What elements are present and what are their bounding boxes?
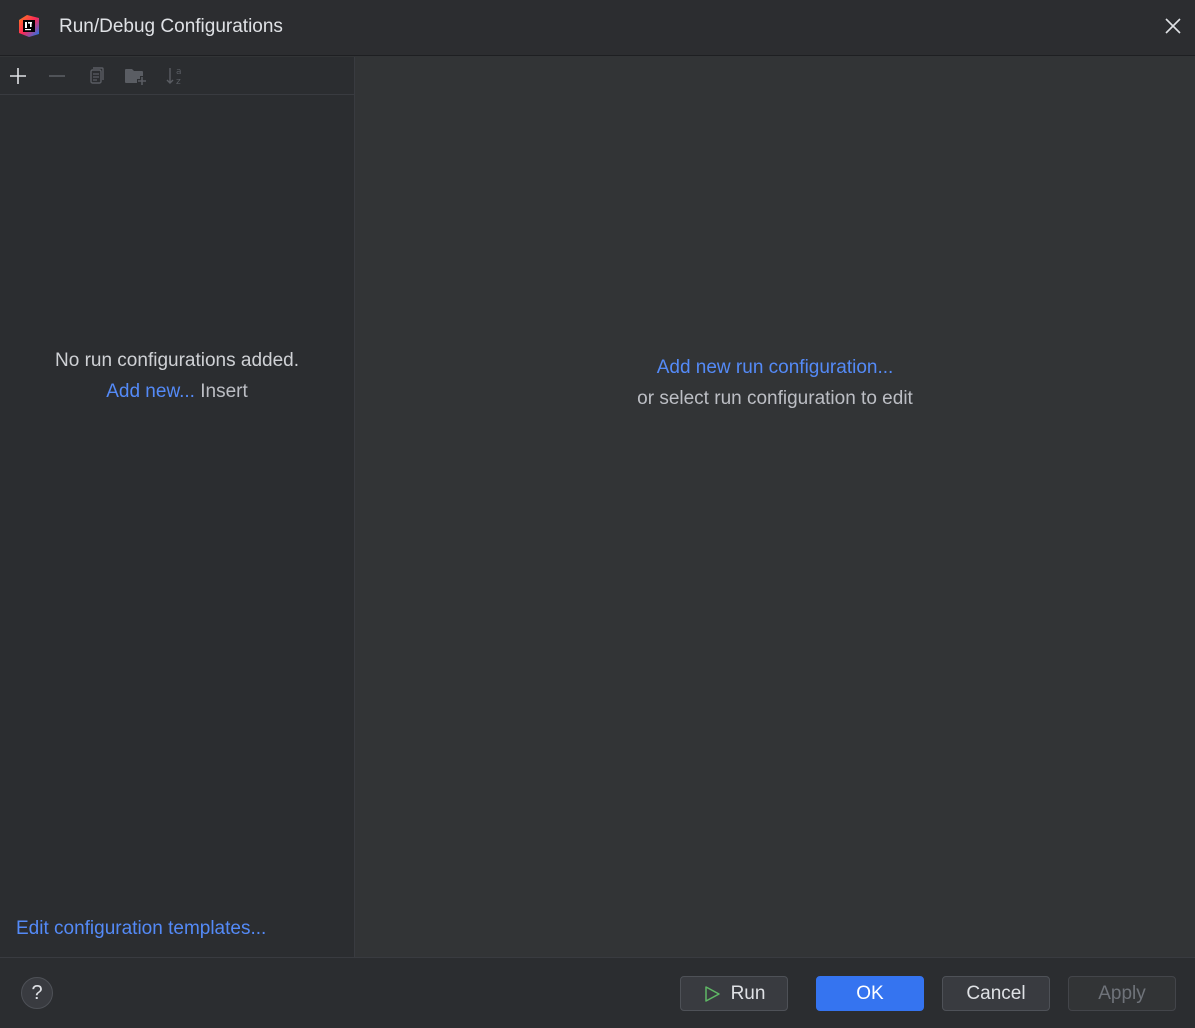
add-new-run-configuration-link[interactable]: Add new run configuration... [355,352,1195,383]
dialog-title: Run/Debug Configurations [59,16,283,37]
help-button[interactable]: ? [21,977,53,1009]
apply-button[interactable]: Apply [1068,976,1176,1011]
title-bar: Run/Debug Configurations [0,0,1195,56]
dialog-footer: ? Run OK Cancel Apply [0,957,1195,1028]
editor-empty-state: Add new run configuration... or select r… [355,352,1195,414]
minus-icon[interactable] [45,64,69,88]
configurations-toolbar: a z [0,57,354,95]
apply-button-label: Apply [1098,982,1146,1004]
edit-configuration-templates-link[interactable]: Edit configuration templates... [16,916,266,942]
sort-alphabetically-icon[interactable]: a z [164,64,188,88]
svg-text:a: a [176,67,182,77]
plus-icon[interactable] [6,64,30,88]
run-button[interactable]: Run [680,976,788,1011]
ok-button[interactable]: OK [816,976,924,1011]
run-button-label: Run [730,982,766,1004]
intellij-idea-logo-icon [17,14,41,38]
close-icon[interactable] [1161,14,1185,38]
help-icon: ? [31,981,43,1004]
ok-button-label: OK [856,982,884,1004]
run-debug-configurations-dialog: Run/Debug Configurations a z No run conf… [0,0,1195,1028]
play-icon [703,985,721,1003]
no-configurations-text: No run configurations added. [55,350,299,371]
cancel-button-label: Cancel [966,982,1026,1004]
add-new-link[interactable]: Add new... [106,381,195,402]
add-new-shortcut: Insert [200,381,248,402]
configuration-editor-panel: Add new run configuration... or select r… [355,57,1195,957]
configurations-list-panel: a z No run configurations added. Add new… [0,57,355,957]
folder-add-icon[interactable] [124,64,148,88]
empty-state-message: No run configurations added. Add new... … [0,345,354,407]
svg-text:z: z [176,77,181,87]
copy-icon[interactable] [84,64,108,88]
cancel-button[interactable]: Cancel [942,976,1050,1011]
select-configuration-hint: or select run configuration to edit [637,388,913,409]
add-new-row: Add new... Insert [0,376,354,407]
